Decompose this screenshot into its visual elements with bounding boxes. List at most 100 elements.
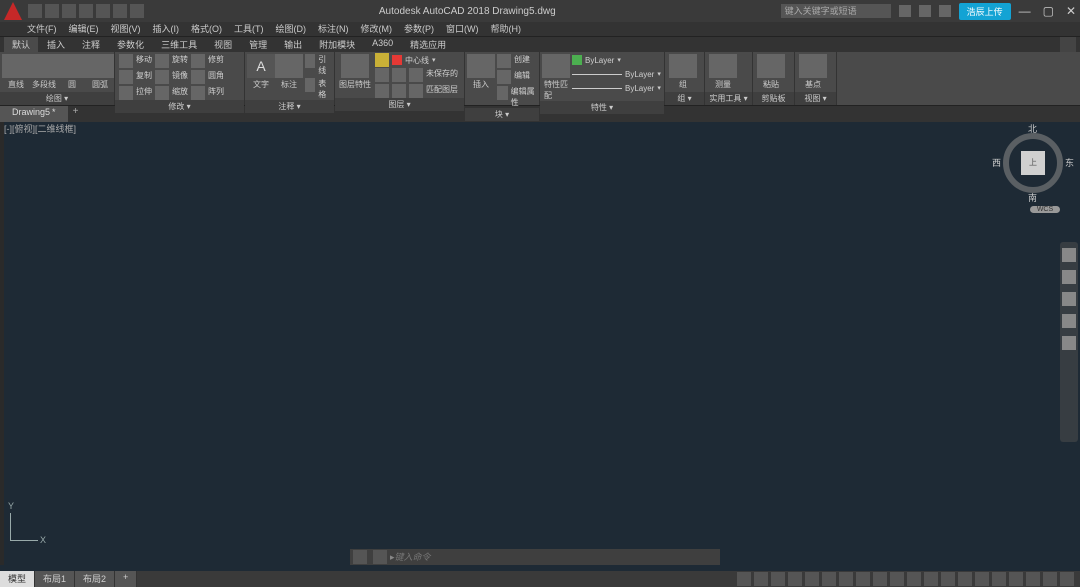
snap-toggle-icon[interactable] [771,572,785,586]
wcs-dropdown[interactable]: WCS [1030,206,1060,213]
selection-cycle-icon[interactable] [890,572,904,586]
panel-draw-label[interactable]: 绘图 ▾ [0,92,114,105]
menu-params[interactable]: 参数(P) [399,22,439,36]
ortho-toggle-icon[interactable] [788,572,802,586]
menu-tools[interactable]: 工具(T) [229,22,269,36]
layer-i2-icon[interactable] [392,68,406,82]
tool-dimension[interactable]: 标注 [277,54,301,90]
pan-icon[interactable] [1062,270,1076,284]
tab-3dtools[interactable]: 三维工具 [153,37,205,52]
grid-toggle-icon[interactable] [754,572,768,586]
tool-circle[interactable]: 圆 [60,54,84,90]
tool-layer-props[interactable]: 图层特性 [339,54,371,90]
qat-open-icon[interactable] [45,4,59,18]
tab-featured[interactable]: 精选应用 [402,37,454,52]
stretch-icon[interactable] [119,86,133,100]
lock-ui-icon[interactable] [992,572,1006,586]
edit-attr-icon[interactable] [497,86,508,100]
viewcube[interactable]: 北 南 东 西 上 WCS [998,128,1068,198]
otrack-toggle-icon[interactable] [839,572,853,586]
tab-manage[interactable]: 管理 [241,37,275,52]
drawing-canvas[interactable]: [-][俯视][二维线框] 北 南 东 西 上 WCS Y X [0,122,1080,565]
panel-annotate-label[interactable]: 注释 ▾ [245,100,334,113]
layer-i3-icon[interactable] [409,68,423,82]
layer-i5-icon[interactable] [392,84,406,98]
panel-modify-label[interactable]: 修改 ▾ [115,100,244,113]
tool-insert-block[interactable]: 插入 [469,54,493,90]
tool-group[interactable]: 组 [669,54,697,90]
clean-screen-icon[interactable] [1043,572,1057,586]
exchange-icon[interactable] [919,5,931,17]
viewport-label[interactable]: [-][俯视][二维线框] [4,122,76,135]
tab-addins[interactable]: 附加模块 [311,37,363,52]
qat-saveas-icon[interactable] [79,4,93,18]
annotation-monitor-icon[interactable] [941,572,955,586]
lineweight-dropdown[interactable]: ByLayer▾ [572,68,661,80]
menu-help[interactable]: 帮助(H) [486,22,527,36]
isolate-icon[interactable] [1009,572,1023,586]
transparency-toggle-icon[interactable] [873,572,887,586]
linetype-dropdown[interactable]: ByLayer▾ [572,82,661,94]
annotation-scale-icon[interactable] [907,572,921,586]
tab-annotate[interactable]: 注释 [74,37,108,52]
close-button[interactable]: ✕ [1066,4,1076,18]
create-block-icon[interactable] [497,54,511,68]
maximize-button[interactable]: ▢ [1043,4,1054,18]
command-input[interactable] [395,552,720,562]
command-line[interactable]: ▸ [350,549,720,565]
help-search[interactable]: 键入关键字或短语 [781,4,891,18]
tool-measure[interactable]: 测量 [709,54,737,90]
ribbon-collapse-icon[interactable] [1060,37,1076,52]
help-icon[interactable] [939,5,951,17]
menu-edit[interactable]: 编辑(E) [64,22,104,36]
panel-clipboard-label[interactable]: 剪贴板 [753,92,794,105]
menu-modify[interactable]: 修改(M) [356,22,398,36]
steering-wheel-icon[interactable] [1062,248,1076,262]
lineweight-toggle-icon[interactable] [856,572,870,586]
cmd-options-icon[interactable] [373,550,387,564]
menu-file[interactable]: 文件(F) [22,22,62,36]
tool-basepoint[interactable]: 基点 [799,54,827,90]
layer-i1-icon[interactable] [375,68,389,82]
panel-properties-label[interactable]: 特性 ▾ [540,101,664,114]
array-icon[interactable] [191,86,205,100]
viewcube-top-face[interactable]: 上 [1021,151,1045,175]
menu-view[interactable]: 视图(V) [106,22,146,36]
qat-new-icon[interactable] [28,4,42,18]
layout-tab-1[interactable]: 布局1 [35,571,75,587]
menu-insert[interactable]: 插入(I) [148,22,185,36]
menu-dimension[interactable]: 标注(N) [313,22,354,36]
mirror-icon[interactable] [155,70,169,84]
panel-layers-label[interactable]: 图层 ▾ [335,98,464,111]
tool-match-props[interactable]: 特性匹配 [544,54,568,101]
color-dropdown[interactable]: ByLayer▾ [572,54,661,66]
viewcube-west[interactable]: 西 [992,156,1001,169]
cloud-upload-button[interactable]: 浩辰上传 [959,3,1011,20]
zoom-extents-icon[interactable] [1062,292,1076,306]
cmd-close-icon[interactable] [353,550,367,564]
units-icon[interactable] [958,572,972,586]
layout-tab-model[interactable]: 模型 [0,571,35,587]
menu-window[interactable]: 窗口(W) [441,22,484,36]
viewcube-east[interactable]: 东 [1065,156,1074,169]
panel-block-label[interactable]: 块 ▾ [465,108,539,121]
leader-icon[interactable] [305,54,315,68]
app-logo-icon[interactable] [4,2,22,20]
tool-paste[interactable]: 粘贴 [757,54,785,90]
showmotion-icon[interactable] [1062,336,1076,350]
current-layer-dropdown[interactable]: 中心线 ▾ [375,54,458,66]
scale-icon[interactable] [155,86,169,100]
add-drawing-tab[interactable]: + [68,106,84,122]
tab-output[interactable]: 输出 [276,37,310,52]
tab-parametric[interactable]: 参数化 [109,37,152,52]
move-icon[interactable] [119,54,133,68]
rotate-icon[interactable] [155,54,169,68]
tab-view[interactable]: 视图 [206,37,240,52]
tab-a360[interactable]: A360 [364,37,401,52]
panel-view-label[interactable]: 视图 ▾ [795,92,836,105]
tool-arc[interactable]: 圆弧 [88,54,112,90]
qat-print-icon[interactable] [96,4,110,18]
menu-draw[interactable]: 绘图(D) [271,22,312,36]
copy-icon[interactable] [119,70,133,84]
minimize-button[interactable]: — [1019,4,1031,18]
